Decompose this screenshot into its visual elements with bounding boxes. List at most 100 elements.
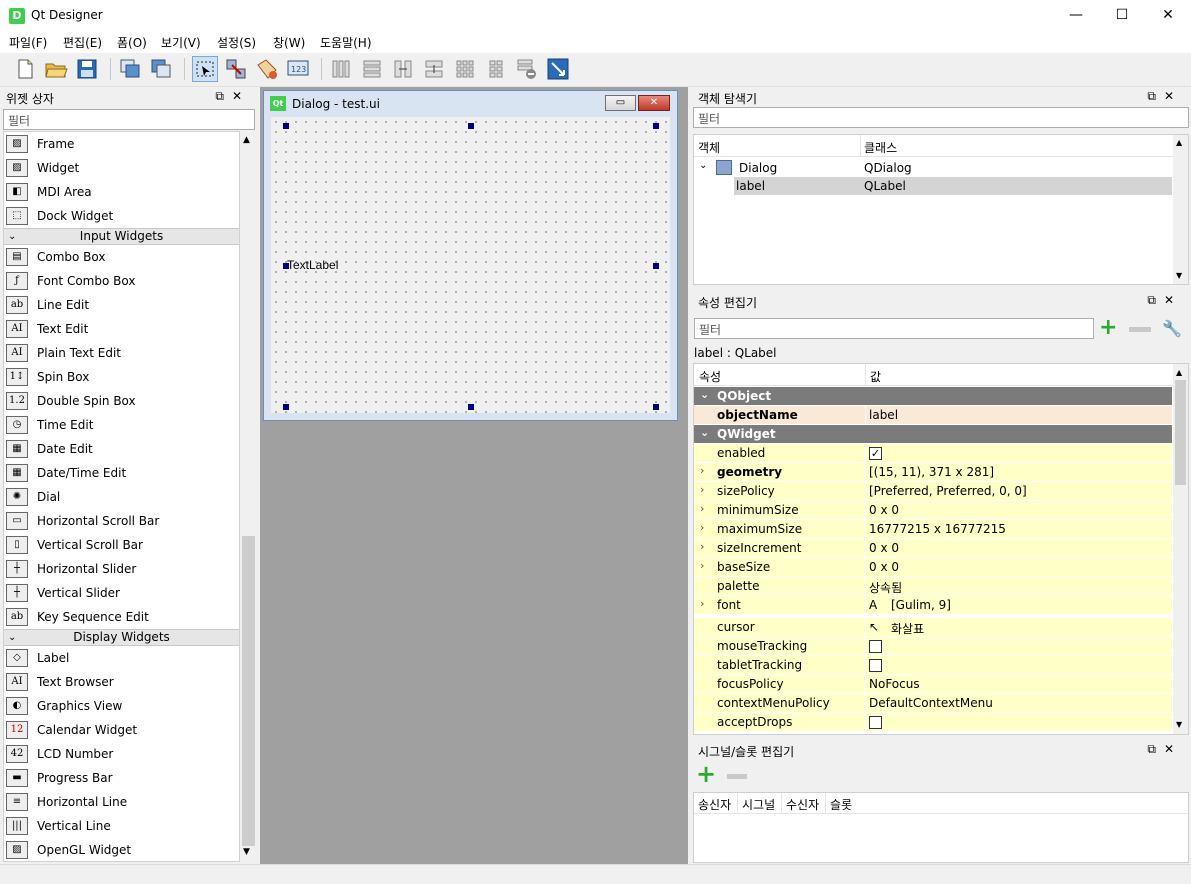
selection-handle[interactable] — [653, 404, 659, 410]
break-layout-icon[interactable] — [514, 56, 540, 82]
list-item[interactable]: ◇ Label — [4, 646, 239, 670]
selection-handle[interactable] — [468, 123, 474, 129]
property-row[interactable]: acceptDrops — [694, 713, 1172, 732]
menu-settings[interactable]: 설정(S) — [217, 34, 256, 51]
close-dock-icon[interactable]: ✕ — [232, 89, 250, 103]
scroll-up-icon[interactable]: ▲ — [243, 135, 250, 145]
section-qwidget[interactable]: ⌄ QWidget — [694, 425, 1172, 444]
property-scrollbar[interactable]: ▲ ▼ — [1173, 364, 1188, 734]
edit-buddies-icon[interactable] — [254, 56, 280, 82]
list-item[interactable]: ▯ Vertical Scroll Bar — [4, 533, 239, 557]
chevron-right-icon[interactable]: › — [700, 540, 704, 553]
dialog-close-button[interactable]: ✕ — [638, 95, 670, 111]
list-item[interactable]: ▦ Date Edit — [4, 437, 239, 461]
table-row[interactable]: ⌄ Dialog QDialog — [694, 159, 1172, 177]
col-object[interactable]: 객체 — [698, 139, 720, 156]
list-item[interactable]: ▬ Progress Bar — [4, 766, 239, 790]
remove-property-icon[interactable] — [1129, 327, 1151, 332]
menu-window[interactable]: 창(W) — [273, 34, 305, 51]
close-button[interactable]: ✕ — [1145, 0, 1191, 31]
layout-form-icon[interactable] — [483, 56, 509, 82]
scroll-thumb[interactable] — [242, 536, 255, 846]
list-item[interactable]: ⬚ Dock Widget — [4, 204, 239, 228]
menu-help[interactable]: 도움말(H) — [320, 34, 372, 51]
list-item[interactable]: ✺ Dial — [4, 485, 239, 509]
chevron-right-icon[interactable]: › — [700, 597, 704, 610]
selection-handle[interactable] — [283, 404, 289, 410]
edit-widgets-icon[interactable] — [192, 56, 218, 82]
category-input-widgets[interactable]: ⌄ Input Widgets — [4, 228, 239, 245]
add-property-icon[interactable]: + — [1099, 317, 1117, 339]
new-file-icon[interactable] — [12, 56, 38, 82]
text-label-widget[interactable]: TextLabel — [287, 258, 338, 272]
property-row[interactable]: enabled ✓ — [694, 444, 1172, 463]
list-item[interactable]: ab Key Sequence Edit — [4, 605, 239, 629]
scroll-thumb[interactable] — [1175, 380, 1186, 485]
send-backward-icon[interactable] — [148, 56, 174, 82]
selection-handle[interactable] — [468, 404, 474, 410]
list-item[interactable]: ▨ Widget — [4, 156, 239, 180]
list-item[interactable]: ▨ OpenGL Widget — [4, 838, 239, 861]
property-row[interactable]: › maximumSize 16777215 x 16777215 — [694, 520, 1172, 539]
wrench-icon[interactable]: 🔧 — [1162, 319, 1182, 338]
layout-v-splitter-icon[interactable] — [421, 56, 447, 82]
list-item[interactable]: ▭ Horizontal Scroll Bar — [4, 509, 239, 533]
bring-forward-icon[interactable] — [117, 56, 143, 82]
property-row[interactable]: › geometry [(15, 11), 371 x 281] — [694, 463, 1172, 482]
selection-handle[interactable] — [283, 123, 289, 129]
float-icon[interactable]: ⧉ — [1147, 742, 1164, 756]
property-row[interactable]: › font A [Gulim, 9] — [694, 596, 1172, 615]
dialog-minimize-button[interactable]: ▭ — [605, 95, 636, 111]
property-row[interactable]: contextMenuPolicy DefaultContextMenu — [694, 694, 1172, 713]
chevron-right-icon[interactable]: › — [700, 502, 704, 515]
form-canvas[interactable]: TextLabel — [271, 117, 670, 413]
chevron-right-icon[interactable]: › — [700, 464, 704, 477]
tree-scrollbar[interactable]: ▲ ▼ — [1173, 135, 1188, 284]
widget-list-scrollbar[interactable]: ▲ ▼ — [240, 131, 257, 862]
chevron-right-icon[interactable]: › — [700, 521, 704, 534]
list-item[interactable]: AI Text Edit — [4, 317, 239, 341]
list-item[interactable]: AI Text Browser — [4, 670, 239, 694]
list-item[interactable]: ab Line Edit — [4, 293, 239, 317]
scroll-down-icon[interactable]: ▼ — [243, 847, 250, 857]
list-item[interactable]: AI Plain Text Edit — [4, 341, 239, 365]
chevron-right-icon[interactable]: › — [700, 559, 704, 572]
checkbox[interactable]: ✓ — [869, 447, 882, 460]
list-item[interactable]: 1↕ Spin Box — [4, 365, 239, 389]
list-item[interactable]: ▤ Combo Box — [4, 245, 239, 269]
property-filter-input[interactable]: 필터 — [694, 318, 1094, 339]
list-item[interactable]: ┼ Vertical Slider — [4, 581, 239, 605]
property-row[interactable]: › sizeIncrement 0 x 0 — [694, 539, 1172, 558]
property-row[interactable]: › baseSize 0 x 0 — [694, 558, 1172, 577]
layout-grid-icon[interactable] — [452, 56, 478, 82]
list-item[interactable]: ||| Vertical Line — [4, 814, 239, 838]
float-icon[interactable]: ⧉ — [1147, 89, 1164, 103]
list-item[interactable]: ▨ Frame — [4, 132, 239, 156]
layout-vertical-icon[interactable] — [359, 56, 385, 82]
edit-tab-order-icon[interactable]: 123 — [285, 56, 311, 82]
checkbox[interactable] — [869, 716, 882, 729]
object-filter-input[interactable]: 필터 — [693, 107, 1189, 128]
add-connection-icon[interactable]: + — [696, 762, 716, 786]
maximize-button[interactable]: ☐ — [1099, 0, 1145, 31]
property-row[interactable]: › minimumSize 0 x 0 — [694, 501, 1172, 520]
list-item[interactable]: ◧ MDI Area — [4, 180, 239, 204]
checkbox[interactable] — [869, 659, 882, 672]
table-row[interactable]: label QLabel — [734, 177, 1172, 195]
dialog-form-window[interactable]: Qt Dialog - test.ui ▭ ✕ TextLabel — [263, 90, 678, 421]
minimize-button[interactable]: — — [1053, 0, 1099, 31]
list-item[interactable]: 12 Calendar Widget — [4, 718, 239, 742]
list-item[interactable]: ┼ Horizontal Slider — [4, 557, 239, 581]
dialog-titlebar[interactable]: Qt Dialog - test.ui ▭ ✕ — [264, 91, 677, 115]
section-qobject[interactable]: ⌄ QObject — [694, 387, 1172, 406]
widget-filter-input[interactable]: 필터 — [3, 109, 255, 130]
chevron-down-icon[interactable]: ⌄ — [699, 160, 707, 171]
layout-horizontal-icon[interactable] — [328, 56, 354, 82]
adjust-size-icon[interactable] — [545, 56, 571, 82]
edit-signals-icon[interactable] — [223, 56, 249, 82]
list-item[interactable]: 42 LCD Number — [4, 742, 239, 766]
close-dock-icon[interactable]: ✕ — [1164, 742, 1182, 756]
property-row[interactable]: focusPolicy NoFocus — [694, 675, 1172, 694]
property-row[interactable]: objectName label — [694, 406, 1172, 425]
float-icon[interactable]: ⧉ — [215, 89, 232, 103]
